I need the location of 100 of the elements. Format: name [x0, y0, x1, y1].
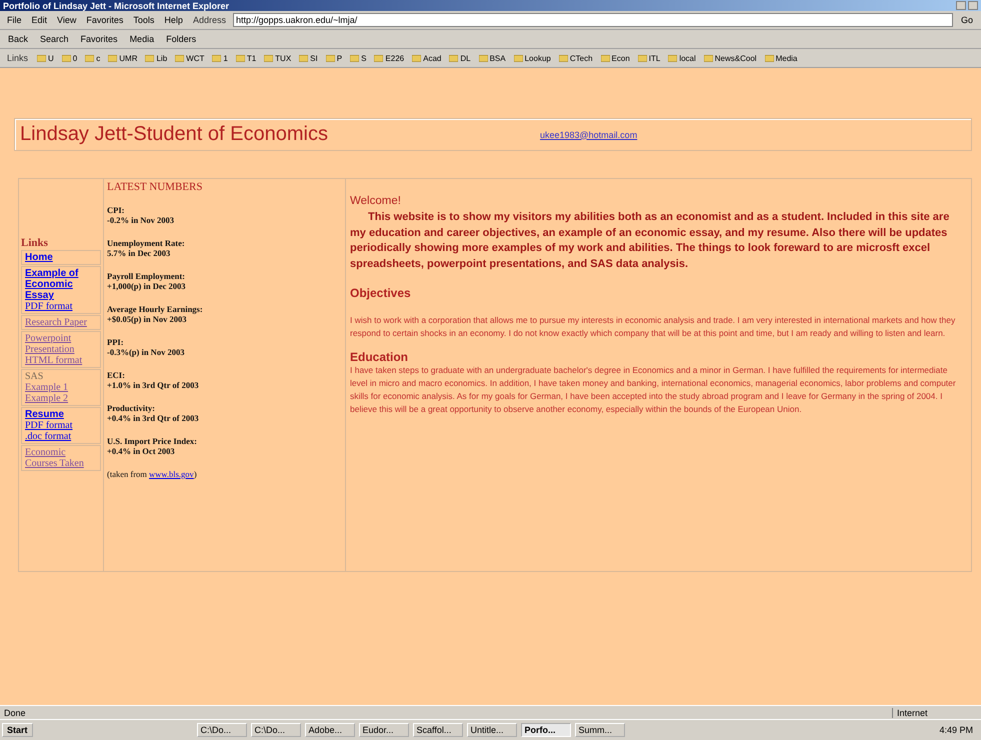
folder-icon [668, 54, 678, 62]
toolbar-button[interactable]: Favorites [76, 34, 122, 44]
folder-icon [478, 54, 488, 62]
taskbar-button[interactable]: Eudor... [358, 723, 409, 737]
address-field[interactable]: http://gopps.uakron.edu/~lmja/ [232, 13, 953, 27]
link-button[interactable]: Lookup [512, 54, 553, 62]
sidebar-link[interactable]: Research Paper [25, 317, 97, 328]
sidebar-link[interactable]: PDF format [25, 301, 97, 312]
sidebar-link[interactable]: Resume [25, 409, 97, 420]
taskbar-button[interactable]: C:\Do... [250, 723, 301, 737]
indicator-name: Average Hourly Earnings: [107, 304, 204, 314]
taskbar-button[interactable]: Summ... [574, 723, 625, 737]
taskbar-button[interactable]: Scaffol... [412, 723, 463, 737]
folder-icon [264, 54, 274, 62]
folder-icon [764, 54, 774, 62]
menu-item[interactable]: Favorites [83, 15, 126, 25]
sidebar-link[interactable]: PDF format [25, 420, 97, 431]
toolbar-button[interactable]: Search [36, 34, 73, 44]
section-heading: Objectives [350, 286, 412, 300]
sidebar-link[interactable]: Economic Courses Taken [25, 447, 97, 469]
welcome-heading: Welcome! [350, 195, 402, 207]
folder-icon [326, 54, 335, 62]
links-label: Links [6, 53, 30, 63]
folder-icon [350, 54, 360, 62]
clock: 4:49 PM [939, 725, 974, 735]
folder-icon [638, 54, 647, 62]
link-button[interactable]: Acad [410, 54, 444, 62]
link-button[interactable]: 0 [60, 54, 80, 62]
link-button[interactable]: S [348, 54, 368, 62]
indicator-value: +$0.05(p) in Nov 2003 [107, 314, 188, 324]
toolbar-button[interactable]: Folders [162, 34, 200, 44]
link-button[interactable]: SI [297, 54, 320, 62]
sidebar-link[interactable]: Home [25, 252, 97, 263]
folder-icon [514, 54, 523, 62]
links-heading: Links [20, 237, 49, 249]
indicator-name: Payroll Employment: [107, 271, 186, 281]
indicator-value: 5.7% in Dec 2003 [107, 248, 172, 258]
taskbar-button[interactable]: Untitle... [466, 723, 517, 737]
menu-item[interactable]: Edit [28, 15, 50, 25]
minimize-button[interactable] [956, 1, 966, 10]
folder-icon [236, 54, 245, 62]
indicator-name: U.S. Import Price Index: [107, 436, 198, 446]
email-link[interactable]: ukee1983@hotmail.com [540, 130, 638, 140]
toolbar-button[interactable]: Back [4, 34, 32, 44]
menu-item[interactable]: View [54, 15, 80, 25]
menu-item[interactable]: File [4, 15, 25, 25]
link-button[interactable]: TUX [262, 54, 294, 62]
toolbar-button[interactable]: Media [126, 34, 158, 44]
taskbar-button[interactable]: Adobe... [304, 723, 355, 737]
indicator-name: ECI: [107, 370, 126, 380]
folder-icon [145, 54, 154, 62]
link-button[interactable]: c [83, 54, 102, 62]
section-heading: Education [350, 350, 410, 364]
folder-icon [62, 54, 71, 62]
sidebar-link[interactable]: Example of Economic Essay [25, 268, 97, 301]
link-button[interactable]: UMR [106, 54, 140, 62]
link-button[interactable]: 1 [210, 54, 230, 62]
sidebar-link[interactable]: HTML format [25, 355, 97, 366]
go-button[interactable]: Go [956, 15, 977, 25]
menu-item[interactable]: Help [161, 15, 186, 25]
link-button[interactable]: DL [447, 54, 473, 62]
link-button[interactable]: Lib [143, 54, 170, 62]
sidebar-link[interactable]: Example 2 [25, 393, 97, 404]
site-title: Lindsay Jett-Student of Economics [20, 123, 329, 146]
intro-paragraph: This website is to show my visitors my abilities both as an economist and as a student. Included in this site are my education and career objectives, an example of an economic essay, and my resume. Also there will be updates periodically showing more examples of my work and abilities. The things to look foreward to are microsft excel spreadsheets, powerpoint presentations, and SAS data analysis. [350, 210, 950, 272]
address-label: Address [192, 15, 227, 25]
indicator-name: CPI: [107, 205, 126, 215]
folder-icon [412, 54, 422, 62]
indicator-value: +1,000(p) in Dec 2003 [107, 281, 187, 291]
folder-icon [175, 54, 184, 62]
link-button[interactable]: local [666, 54, 698, 62]
start-button[interactable]: Start [2, 723, 33, 737]
link-button[interactable]: T1 [234, 54, 258, 62]
folder-icon [704, 54, 713, 62]
taskbar-button[interactable]: Porfo... [520, 723, 571, 737]
link-button[interactable]: E226 [372, 54, 406, 62]
folder-icon [37, 54, 46, 62]
window-title: Portfolio of Lindsay Jett - Microsoft Internet Explorer [3, 0, 230, 10]
link-button[interactable]: Econ [598, 54, 632, 62]
link-button[interactable]: P [324, 54, 344, 62]
link-button[interactable]: CTech [556, 54, 595, 62]
link-button[interactable]: WCT [173, 54, 206, 62]
indicator-value: -0.3%(p) in Nov 2003 [107, 347, 186, 357]
close-button[interactable] [968, 1, 978, 10]
folder-icon [558, 54, 568, 62]
sidebar-link[interactable]: Powerpoint Presentation [25, 333, 97, 355]
status-text: Done [4, 708, 26, 718]
folder-icon [85, 54, 94, 62]
link-button[interactable]: Media [762, 54, 800, 62]
sidebar-link[interactable]: .doc format [25, 431, 97, 442]
source-link[interactable]: www.bls.gov [149, 469, 194, 479]
link-button[interactable]: News&Cool [702, 54, 759, 62]
taskbar-button[interactable]: C:\Do... [196, 723, 247, 737]
sidebar-link[interactable]: Example 1 [25, 382, 97, 393]
indicator-name: Unemployment Rate: [107, 238, 186, 248]
link-button[interactable]: U [35, 54, 56, 62]
source-note: (taken from [107, 469, 147, 479]
menu-item[interactable]: Tools [130, 15, 158, 25]
link-button[interactable]: ITL [636, 54, 662, 62]
link-button[interactable]: BSA [476, 54, 508, 62]
